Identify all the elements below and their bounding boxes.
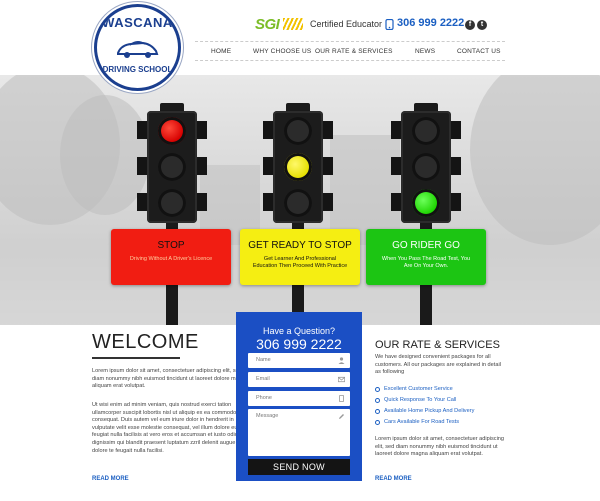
question-phone[interactable]: 306 999 2222 (236, 336, 362, 352)
visor (391, 157, 401, 175)
rates-list-item[interactable]: Cars Available For Road Tests (375, 417, 474, 428)
email-field[interactable]: Email (248, 372, 350, 387)
red-lamp-icon (158, 117, 186, 145)
get-ready-title: GET READY TO STOP (248, 240, 352, 251)
visor (323, 193, 333, 211)
message-field[interactable]: Message (248, 409, 350, 456)
go-rider-text: When You Pass The Road Test, You Are On … (381, 256, 471, 269)
main-nav: HOME WHY CHOOSE US OUR RATE & SERVICES N… (195, 41, 505, 61)
email-placeholder: Email (256, 376, 270, 382)
visor (263, 121, 273, 139)
welcome-paragraph-1: Lorem ipsum dolor sit amet, consectetuer… (92, 368, 249, 390)
background-tree (470, 75, 600, 245)
name-field[interactable]: Name (248, 353, 350, 368)
rates-list-item[interactable]: Excellent Customer Service (375, 384, 474, 395)
hero-banner (0, 75, 600, 325)
get-ready-panel[interactable]: GET READY TO STOP Get Learner And Profes… (240, 229, 360, 285)
yellow-lamp-icon (284, 153, 312, 181)
visor (323, 121, 333, 139)
off-lamp-icon (158, 153, 186, 181)
header-phone-number[interactable]: 306 999 2222 (397, 17, 464, 29)
visor (391, 121, 401, 139)
rates-outro: Lorem ipsum dolor sit amet, consectetuer… (375, 436, 505, 458)
phone-field[interactable]: Phone (248, 391, 350, 406)
off-lamp-icon (284, 189, 312, 217)
car-icon (117, 41, 159, 58)
phone-icon (339, 395, 344, 402)
welcome-underline (92, 357, 180, 359)
sgi-stripes-icon (283, 18, 303, 30)
rates-intro: We have designed convenient packages for… (375, 354, 501, 376)
visor (391, 193, 401, 211)
envelope-icon (338, 376, 345, 383)
sgi-logo: SGI (255, 16, 280, 33)
stop-panel[interactable]: STOP Driving Without A Driver's Licence (111, 229, 231, 285)
visor (451, 121, 461, 139)
visor (263, 157, 273, 175)
user-icon (338, 357, 345, 364)
visor (451, 157, 461, 175)
off-lamp-icon (158, 189, 186, 217)
rates-list-item[interactable]: Quick Response To Your Call (375, 395, 474, 406)
welcome-paragraph-2: Ut wisi enim ad minim veniam, quis nostr… (92, 402, 248, 454)
nav-rate-services[interactable]: OUR RATE & SERVICES (315, 48, 393, 55)
welcome-read-more-link[interactable]: READ MORE (92, 476, 129, 482)
go-rider-panel[interactable]: GO RIDER GO When You Pass The Road Test,… (366, 229, 486, 285)
visor (197, 157, 207, 175)
stop-title: STOP (157, 240, 185, 251)
off-lamp-icon (412, 117, 440, 145)
visor (323, 157, 333, 175)
welcome-heading: WELCOME (92, 331, 199, 353)
question-title: Have a Question? (262, 326, 336, 336)
off-lamp-icon (284, 117, 312, 145)
traffic-light-yellow (273, 111, 323, 223)
nav-home[interactable]: HOME (211, 48, 231, 55)
certified-educator-label: Certified Educator (310, 19, 383, 29)
logo-bottom-text: DRIVING SCHOOL (102, 65, 173, 74)
question-form: Have a Question? 306 999 2222 Name Email… (236, 312, 362, 481)
nav-contact-us[interactable]: CONTACT US (457, 48, 501, 55)
rates-read-more-link[interactable]: READ MORE (375, 476, 412, 482)
name-placeholder: Name (256, 357, 271, 363)
site-header: WASCANA DRIVING SCHOOL SGI Certified Edu… (0, 0, 600, 91)
rates-heading: OUR RATE & SERVICES (375, 339, 500, 351)
facebook-icon[interactable]: f (465, 20, 475, 30)
message-placeholder: Message (256, 413, 279, 419)
visor (197, 193, 207, 211)
visor (451, 193, 461, 211)
traffic-light-red (147, 111, 197, 223)
visor (137, 157, 147, 175)
off-lamp-icon (412, 153, 440, 181)
send-now-button[interactable]: SEND NOW (248, 459, 350, 475)
logo-top-text: WASCANA (102, 15, 173, 30)
twitter-icon[interactable]: t (477, 20, 487, 30)
pencil-icon (339, 414, 344, 419)
phone-placeholder: Phone (256, 395, 272, 401)
nav-news[interactable]: NEWS (415, 48, 435, 55)
rates-list: Excellent Customer Service Quick Respons… (375, 384, 474, 428)
visor (137, 121, 147, 139)
phone-icon (385, 19, 394, 30)
wascana-logo[interactable]: WASCANA DRIVING SCHOOL (94, 4, 181, 91)
visor (263, 193, 273, 211)
visor (137, 193, 147, 211)
rates-list-item[interactable]: Available Home Pickup And Delivery (375, 406, 474, 417)
stop-text: Driving Without A Driver's Licence (129, 256, 213, 262)
green-lamp-icon (412, 189, 440, 217)
traffic-light-green (401, 111, 451, 223)
visor (197, 121, 207, 139)
nav-why-choose-us[interactable]: WHY CHOOSE US (253, 48, 311, 55)
go-rider-title: GO RIDER GO (392, 240, 460, 251)
get-ready-text: Get Learner And Professional Education T… (252, 256, 348, 269)
